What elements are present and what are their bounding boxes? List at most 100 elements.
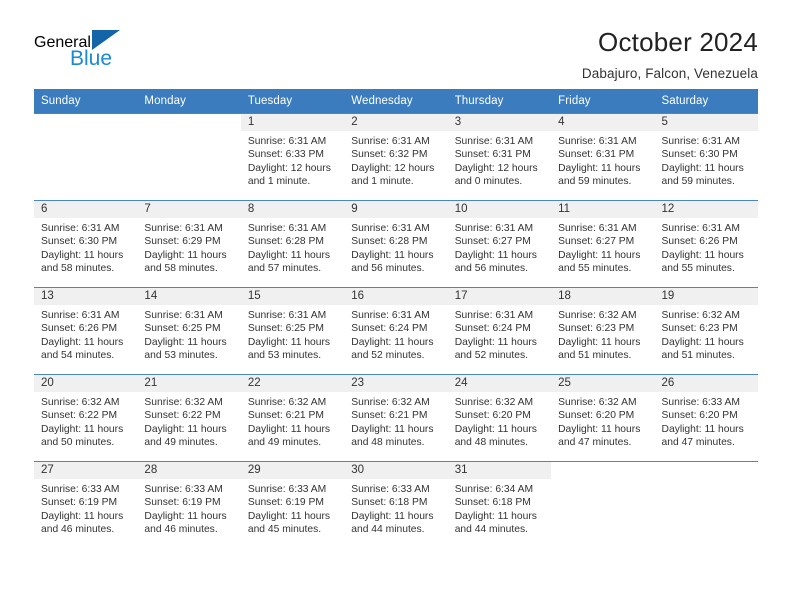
daylight-text: Daylight: 11 hours and 47 minutes. (558, 423, 641, 449)
daylight-text: Daylight: 11 hours and 58 minutes. (144, 249, 227, 275)
calendar-day-cell[interactable]: 26 Sunrise: 6:33 AM Sunset: 6:20 PM Dayligh… (654, 374, 758, 462)
generalblue-logo[interactable]: General Blue (34, 26, 174, 70)
calendar-day-cell[interactable]: 15 Sunrise: 6:31 AM Sunset: 6:25 PM Dayligh… (240, 287, 345, 375)
sunrise-text: Sunrise: 6:31 AM (661, 136, 740, 147)
calendar-day-cell[interactable]: 14 Sunrise: 6:31 AM Sunset: 6:25 PM Dayligh… (137, 287, 241, 375)
daylight-text: Daylight: 11 hours and 53 minutes. (247, 336, 331, 362)
sunrise-text: Sunrise: 6:33 AM (661, 397, 740, 408)
sunset-text: Sunset: 6:28 PM (247, 236, 324, 248)
day-number: 25 (551, 375, 655, 392)
weekday-header-monday: Monday (137, 89, 241, 114)
day-number: 26 (654, 375, 758, 392)
calendar-day-cell[interactable]: 20 Sunrise: 6:32 AM Sunset: 6:22 PM Dayligh… (34, 374, 138, 462)
daylight-text: Daylight: 11 hours and 49 minutes. (247, 423, 331, 449)
weekday-header-tuesday: Tuesday (240, 89, 345, 114)
calendar-day-cell[interactable]: 6 Sunrise: 6:31 AM Sunset: 6:30 PM Daylight… (34, 200, 138, 288)
sunrise-text: Sunrise: 6:31 AM (558, 223, 637, 234)
sunset-text: Sunset: 6:26 PM (661, 236, 738, 248)
daylight-text: Daylight: 11 hours and 57 minutes. (247, 249, 331, 275)
day-number: 3 (447, 114, 552, 131)
day-number: 11 (551, 201, 655, 218)
sunrise-text: Sunrise: 6:31 AM (351, 310, 430, 321)
sunset-text: Sunset: 6:32 PM (351, 149, 428, 161)
day-number: 12 (654, 201, 758, 218)
calendar-day-cell[interactable]: 28 Sunrise: 6:33 AM Sunset: 6:19 PM Dayligh… (137, 461, 241, 549)
sunrise-text: Sunrise: 6:32 AM (454, 397, 534, 408)
daylight-text: Daylight: 11 hours and 44 minutes. (351, 510, 434, 536)
calendar-day-cell[interactable]: 3 Sunrise: 6:31 AM Sunset: 6:31 PM Daylight… (447, 113, 552, 201)
calendar-day-cell[interactable]: 12 Sunrise: 6:31 AM Sunset: 6:26 PM Dayligh… (654, 200, 758, 288)
daylight-text: Daylight: 12 hours and 1 minute. (247, 162, 331, 188)
day-number: 20 (34, 375, 138, 392)
calendar-day-cell[interactable]: 5 Sunrise: 6:31 AM Sunset: 6:30 PM Daylight… (654, 113, 758, 201)
day-details: Sunrise: 6:31 AM Sunset: 6:30 PM Daylight:… (655, 131, 758, 189)
day-details: Sunrise: 6:31 AM Sunset: 6:27 PM Daylight:… (551, 218, 654, 276)
calendar-day-cell[interactable]: 24 Sunrise: 6:32 AM Sunset: 6:20 PM Dayligh… (447, 374, 552, 462)
day-details: Sunrise: 6:31 AM Sunset: 6:24 PM Daylight:… (344, 305, 447, 363)
sunrise-text: Sunrise: 6:33 AM (351, 484, 430, 495)
sunset-text: Sunset: 6:27 PM (454, 236, 531, 248)
calendar-day-cell[interactable]: 11 Sunrise: 6:31 AM Sunset: 6:27 PM Dayligh… (551, 200, 655, 288)
calendar-day-cell[interactable]: 30 Sunrise: 6:33 AM Sunset: 6:18 PM Dayligh… (344, 461, 448, 549)
day-details: Sunrise: 6:32 AM Sunset: 6:23 PM Daylight:… (551, 305, 654, 363)
calendar-day-cell[interactable]: 10 Sunrise: 6:31 AM Sunset: 6:27 PM Dayligh… (447, 200, 552, 288)
calendar-day-cell[interactable]: 18 Sunrise: 6:32 AM Sunset: 6:23 PM Dayligh… (551, 287, 655, 375)
daylight-text: Daylight: 11 hours and 55 minutes. (661, 249, 744, 275)
daylight-text: Daylight: 11 hours and 46 minutes. (41, 510, 124, 536)
calendar-day-cell[interactable]: 21 Sunrise: 6:32 AM Sunset: 6:22 PM Dayligh… (137, 374, 241, 462)
calendar-day-cell[interactable]: 4 Sunrise: 6:31 AM Sunset: 6:31 PM Daylight… (551, 113, 655, 201)
day-number: 29 (240, 462, 345, 479)
calendar-day-cell[interactable]: 9 Sunrise: 6:31 AM Sunset: 6:28 PM Daylight… (344, 200, 448, 288)
day-number: 31 (447, 462, 552, 479)
day-details: Sunrise: 6:33 AM Sunset: 6:18 PM Daylight:… (344, 479, 447, 537)
calendar-day-cell[interactable]: 7 Sunrise: 6:31 AM Sunset: 6:29 PM Daylight… (137, 200, 241, 288)
calendar-day-cell[interactable]: 31 Sunrise: 6:34 AM Sunset: 6:18 PM Dayligh… (447, 461, 552, 549)
day-details: Sunrise: 6:34 AM Sunset: 6:18 PM Daylight:… (448, 479, 551, 537)
daylight-text: Daylight: 11 hours and 58 minutes. (41, 249, 124, 275)
calendar-day-cell[interactable]: 25 Sunrise: 6:32 AM Sunset: 6:20 PM Dayligh… (551, 374, 655, 462)
day-number: 19 (654, 288, 758, 305)
weekday-header-wednesday: Wednesday (344, 89, 448, 114)
calendar-page: General Blue October 2024 Dabajuro, Falc… (0, 0, 792, 612)
calendar-day-cell[interactable]: 29 Sunrise: 6:33 AM Sunset: 6:19 PM Dayligh… (240, 461, 345, 549)
day-number: 5 (654, 114, 758, 131)
calendar-day-cell[interactable]: 2 Sunrise: 6:31 AM Sunset: 6:32 PM Daylight… (344, 113, 448, 201)
calendar-day-cell[interactable]: 19 Sunrise: 6:32 AM Sunset: 6:23 PM Dayligh… (654, 287, 758, 375)
daylight-text: Daylight: 11 hours and 50 minutes. (41, 423, 124, 449)
day-details: Sunrise: 6:33 AM Sunset: 6:19 PM Daylight:… (34, 479, 137, 537)
sunset-text: Sunset: 6:18 PM (351, 497, 428, 509)
sunrise-text: Sunrise: 6:32 AM (661, 310, 740, 321)
calendar-day-cell[interactable]: 16 Sunrise: 6:31 AM Sunset: 6:24 PM Dayligh… (344, 287, 448, 375)
sunset-text: Sunset: 6:22 PM (41, 410, 118, 422)
day-details: Sunrise: 6:31 AM Sunset: 6:25 PM Daylight:… (137, 305, 240, 363)
day-number (654, 462, 758, 479)
sunset-text: Sunset: 6:31 PM (558, 149, 635, 161)
day-number: 22 (240, 375, 345, 392)
sunrise-text: Sunrise: 6:31 AM (144, 223, 223, 234)
calendar-day-cell[interactable]: 22 Sunrise: 6:32 AM Sunset: 6:21 PM Dayligh… (240, 374, 345, 462)
weekday-header-saturday: Saturday (654, 89, 758, 114)
weekday-header-friday: Friday (551, 89, 655, 114)
calendar-day-cell[interactable]: 27 Sunrise: 6:33 AM Sunset: 6:19 PM Dayligh… (34, 461, 138, 549)
sunset-text: Sunset: 6:28 PM (351, 236, 428, 248)
day-number: 10 (447, 201, 552, 218)
day-number: 18 (551, 288, 655, 305)
sunset-text: Sunset: 6:24 PM (454, 323, 531, 335)
calendar-day-cell[interactable]: 1 Sunrise: 6:31 AM Sunset: 6:33 PM Daylight… (240, 113, 345, 201)
daylight-text: Daylight: 11 hours and 45 minutes. (247, 510, 331, 536)
calendar-day-cell[interactable]: 23 Sunrise: 6:32 AM Sunset: 6:21 PM Dayligh… (344, 374, 448, 462)
day-details: Sunrise: 6:33 AM Sunset: 6:20 PM Daylight:… (655, 392, 758, 450)
sunset-text: Sunset: 6:19 PM (247, 497, 324, 509)
page-header: General Blue October 2024 Dabajuro, Falc… (0, 0, 792, 81)
title-block: October 2024 Dabajuro, Falcon, Venezuela (582, 26, 758, 81)
daylight-text: Daylight: 12 hours and 1 minute. (351, 162, 435, 188)
day-details: Sunrise: 6:31 AM Sunset: 6:26 PM Daylight:… (34, 305, 137, 363)
sunrise-text: Sunrise: 6:31 AM (41, 223, 120, 234)
calendar-day-cell[interactable]: 8 Sunrise: 6:31 AM Sunset: 6:28 PM Daylight… (240, 200, 345, 288)
calendar-day-cell[interactable]: 17 Sunrise: 6:31 AM Sunset: 6:24 PM Dayligh… (447, 287, 552, 375)
calendar-day-cell-empty (551, 461, 655, 549)
sunset-text: Sunset: 6:20 PM (454, 410, 531, 422)
day-number: 6 (34, 201, 138, 218)
calendar-day-cell[interactable]: 13 Sunrise: 6:31 AM Sunset: 6:26 PM Dayligh… (34, 287, 138, 375)
sunrise-text: Sunrise: 6:31 AM (454, 136, 534, 147)
